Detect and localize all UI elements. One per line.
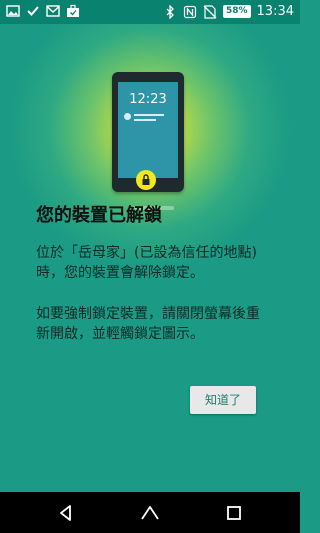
notification-icons [6,4,80,18]
battery-icon: 58% [222,5,251,18]
home-icon[interactable] [139,502,161,524]
briefcase-icon [67,4,79,17]
nfc-icon [183,5,197,18]
navigation-bar [0,492,300,533]
notification-line [134,119,156,121]
clock: 13:34 [256,4,294,19]
phone-screen: 12:23 [118,82,178,178]
photo-notification-icon [6,5,20,17]
system-icons: 58% 13:34 [163,4,294,19]
bluetooth-icon [166,4,174,19]
status-bar: 58% 13:34 [0,0,300,24]
lock-icon [136,170,156,190]
recents-icon[interactable] [223,502,245,524]
back-icon[interactable] [55,502,77,524]
force-lock-instructions: 如要強制鎖定裝置，請關閉螢幕後重新開啟，並輕觸鎖定圖示。 [36,306,260,342]
phone-clock: 12:23 [129,92,167,107]
no-sim-icon [203,4,217,19]
trusted-place-message: 位於「岳母家」(已設為信任的地點) 時，您的裝置會解除鎖定。 [36,245,257,281]
page-title: 您的裝置已解鎖 [36,205,162,226]
unlock-notice-screen: 12:23 您的裝置已解鎖 位於「岳母家」(已設為信任的地點) 時，您的裝置會解… [0,24,300,492]
got-it-button[interactable]: 知道了 [190,386,256,414]
notification-line [134,114,164,116]
check-icon [27,6,39,16]
gmail-icon [46,5,60,17]
notification-dot [124,113,131,120]
